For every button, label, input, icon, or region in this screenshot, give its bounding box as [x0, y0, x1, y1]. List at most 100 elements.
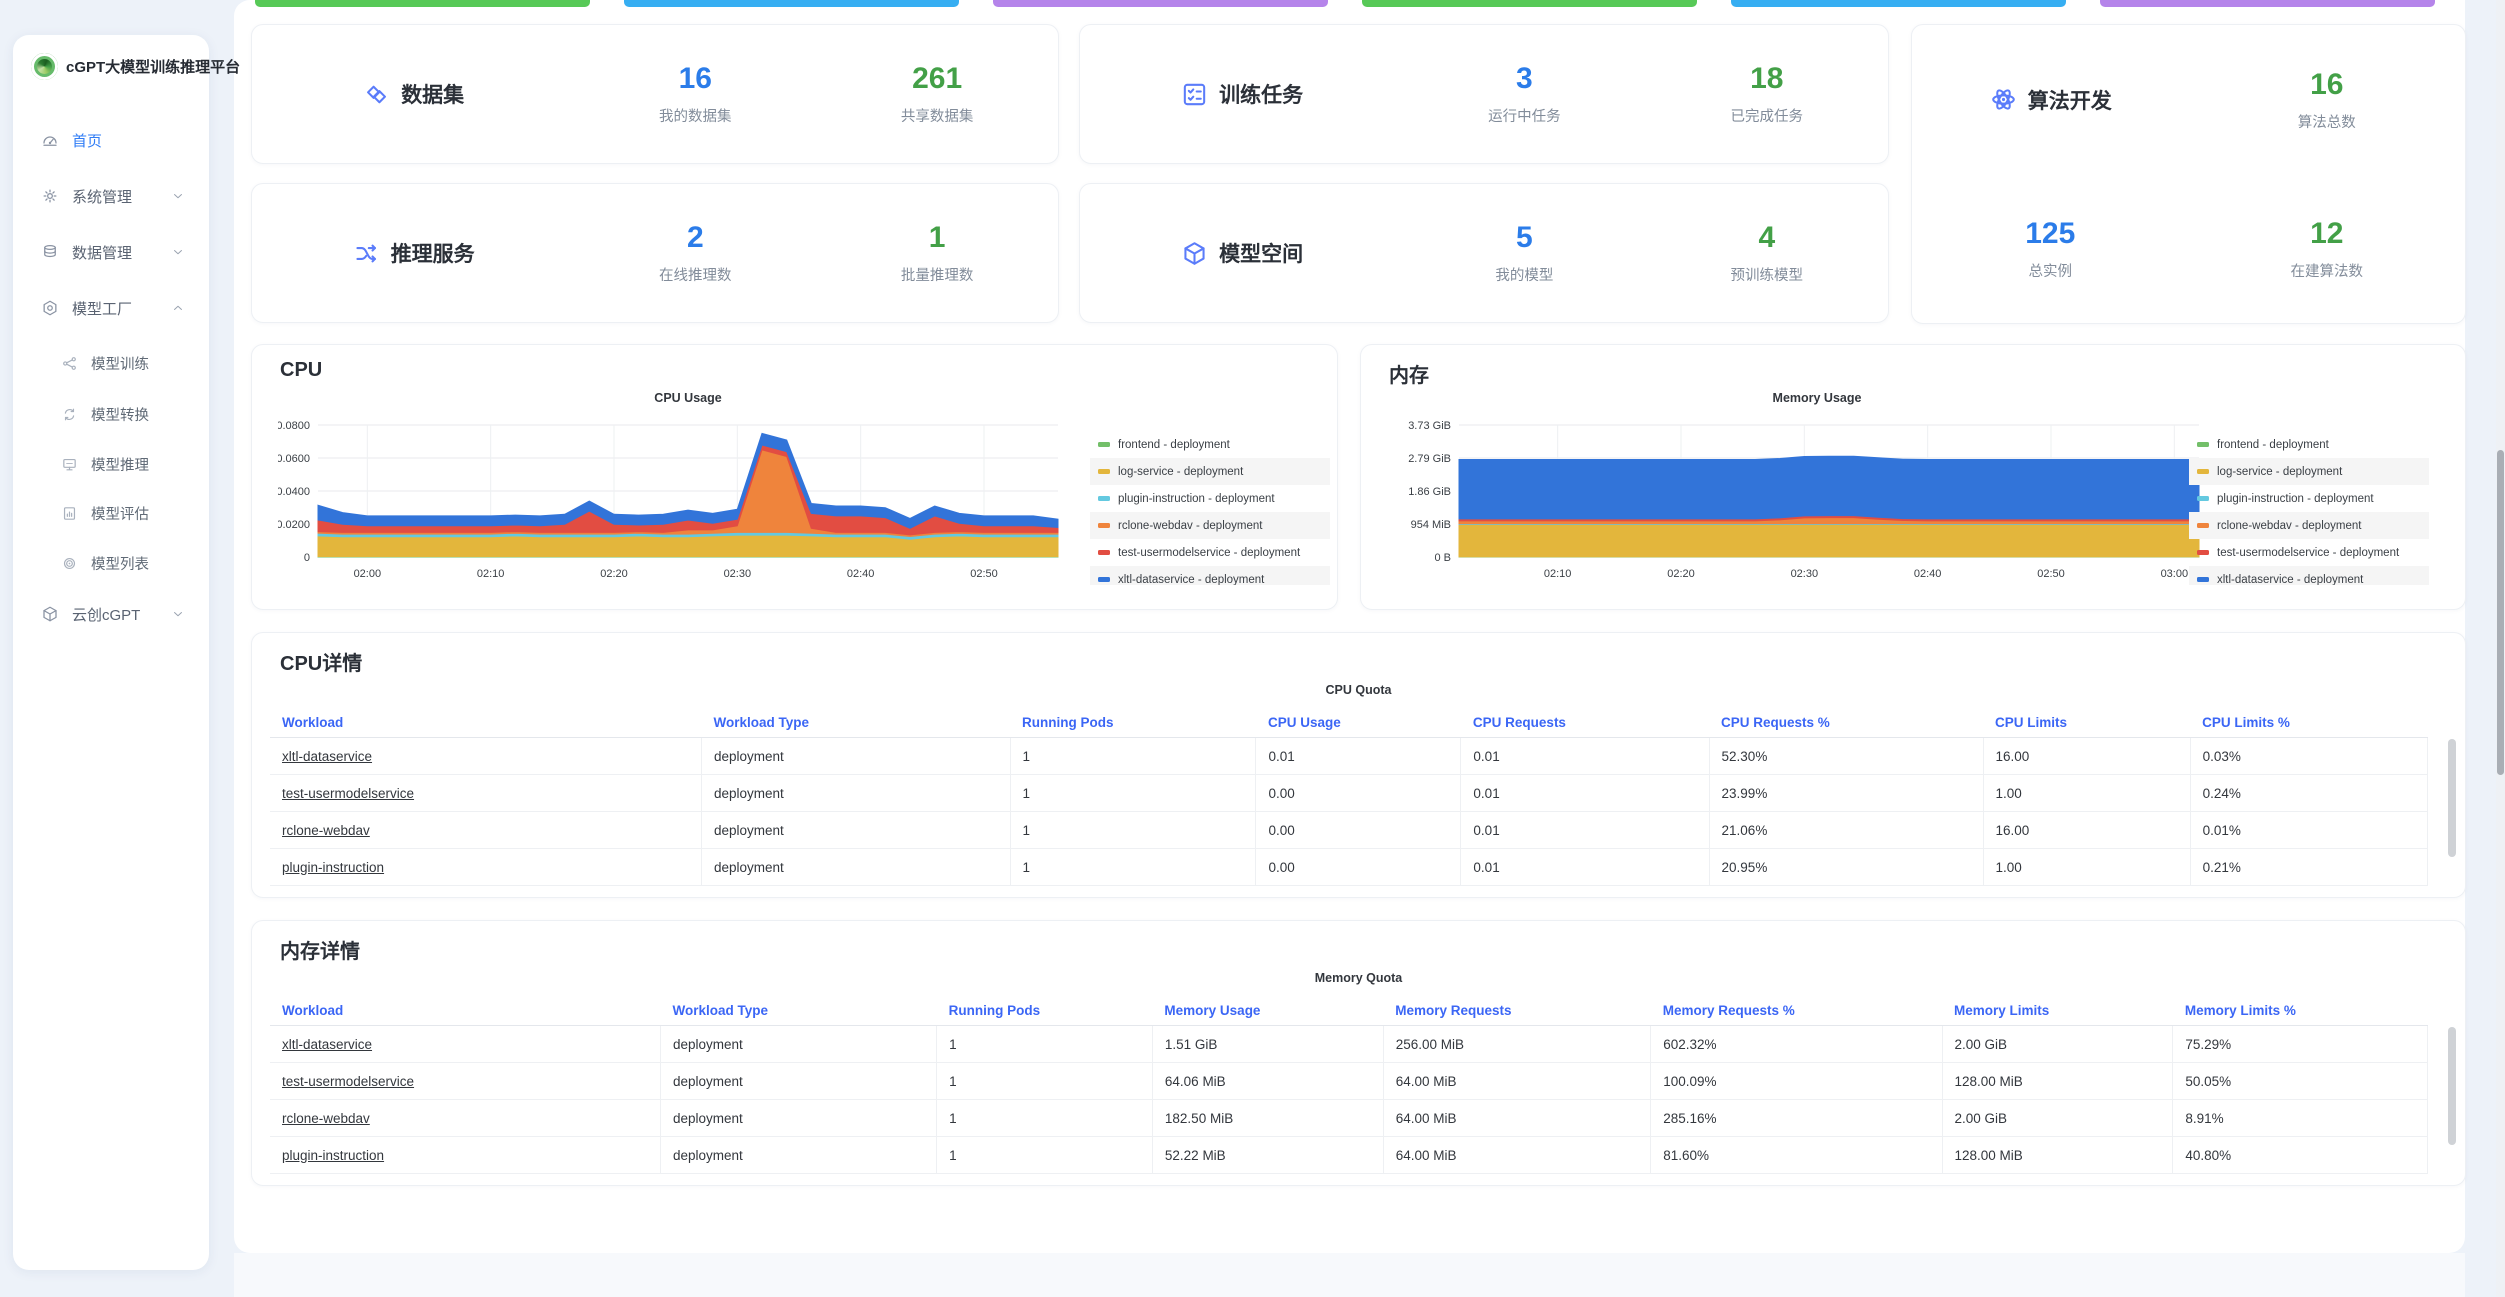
column-header[interactable]: Workload [270, 707, 702, 738]
metric-running-tasks: 3 运行中任务 [1403, 62, 1645, 126]
workload-link[interactable]: xltl-dataservice [282, 749, 372, 764]
sidebar-item-9[interactable]: 云创cGPT [25, 595, 197, 633]
column-header[interactable]: Workload Type [702, 707, 1011, 738]
svg-text:0.0400: 0.0400 [278, 486, 310, 498]
legend-item[interactable]: test-usermodelservice - deployment [2189, 539, 2429, 566]
cpu-table-scrollbar[interactable] [2448, 739, 2456, 857]
legend-item[interactable]: log-service - deployment [2189, 458, 2429, 485]
column-header[interactable]: CPU Requests % [1709, 707, 1983, 738]
column-header[interactable]: CPU Limits [1983, 707, 2190, 738]
model-convert-icon [61, 406, 78, 423]
column-header[interactable]: CPU Limits % [2190, 707, 2427, 738]
workload-link[interactable]: rclone-webdav [282, 823, 370, 838]
column-header[interactable]: CPU Requests [1461, 707, 1709, 738]
legend-item[interactable]: rclone-webdav - deployment [1090, 512, 1330, 539]
legend-item[interactable]: rclone-webdav - deployment [2189, 512, 2429, 539]
table-cell: 1 [937, 1137, 1153, 1174]
column-header[interactable]: Memory Requests % [1651, 995, 1942, 1026]
legend-item[interactable]: xltl-dataservice - deployment [1090, 566, 1330, 585]
legend-item[interactable]: plugin-instruction - deployment [2189, 485, 2429, 512]
svg-text:0 B: 0 B [1434, 552, 1451, 564]
sidebar-item-1[interactable]: 系统管理 [25, 177, 197, 215]
column-header[interactable]: Workload [270, 995, 661, 1026]
model-space-icon [1180, 239, 1209, 268]
table-cell: 75.29% [2173, 1026, 2428, 1063]
sidebar-item-3[interactable]: 模型工厂 [25, 289, 197, 327]
window-scrollbar-thumb[interactable] [2497, 450, 2504, 775]
sidebar-item-label: 模型训练 [91, 353, 149, 374]
sidebar-item-label: 模型推理 [91, 454, 149, 475]
sidebar-item-4[interactable]: 模型训练 [25, 344, 197, 382]
cpu-usage-chart: 00.02000.04000.06000.080002:0002:1002:20… [278, 415, 1090, 593]
training-task-card-header: 训练任务 [1080, 79, 1403, 109]
column-header[interactable]: Running Pods [937, 995, 1153, 1026]
table-cell: deployment [702, 812, 1011, 849]
legend-label: rclone-webdav - deployment [1118, 520, 1262, 532]
card-accent-bar [1731, 0, 2066, 7]
svg-text:02:20: 02:20 [1667, 568, 1695, 580]
table-cell: 23.99% [1709, 775, 1983, 812]
app-logo-row: cGPT大模型训练推理平台 [31, 53, 240, 80]
workload-link[interactable]: rclone-webdav [282, 1111, 370, 1126]
metric-shared-datasets: 261 共享数据集 [816, 62, 1058, 126]
legend-item[interactable]: frontend - deployment [2189, 431, 2429, 458]
column-header[interactable]: CPU Usage [1256, 707, 1461, 738]
legend-label: plugin-instruction - deployment [1118, 493, 1275, 505]
memory-chart-title: Memory Usage [1459, 391, 2175, 405]
table-cell: 2.00 GiB [1942, 1026, 2173, 1063]
workload-link[interactable]: plugin-instruction [282, 1148, 384, 1163]
table-row: test-usermodelservicedeployment10.000.01… [270, 775, 2428, 812]
model-evaluate-icon [61, 505, 78, 522]
legend-item[interactable]: log-service - deployment [1090, 458, 1330, 485]
card-accent-bar [255, 0, 590, 7]
dataset-icon [362, 80, 391, 109]
legend-swatch-icon [2197, 442, 2209, 447]
legend-swatch-icon [2197, 550, 2209, 555]
table-row: rclone-webdavdeployment1182.50 MiB64.00 … [270, 1100, 2428, 1137]
svg-text:0.0200: 0.0200 [278, 519, 310, 531]
column-header[interactable]: Memory Usage [1152, 995, 1383, 1026]
column-header[interactable]: Running Pods [1010, 707, 1256, 738]
algorithm-icon [1989, 85, 2018, 114]
sidebar-item-2[interactable]: 数据管理 [25, 233, 197, 271]
table-cell: 0.01 [1461, 812, 1709, 849]
legend-swatch-icon [2197, 523, 2209, 528]
model-factory-icon [41, 299, 59, 317]
column-header[interactable]: Workload Type [661, 995, 937, 1026]
workload-link[interactable]: test-usermodelservice [282, 1074, 414, 1089]
dataset-card-title: 数据集 [401, 79, 464, 109]
sidebar-item-8[interactable]: 模型列表 [25, 544, 197, 582]
inference-service-icon [352, 239, 381, 268]
inference-service-card-header: 推理服务 [252, 238, 574, 268]
sidebar-item-6[interactable]: 模型推理 [25, 445, 197, 483]
legend-item[interactable]: xltl-dataservice - deployment [2189, 566, 2429, 585]
legend-item[interactable]: frontend - deployment [1090, 431, 1330, 458]
table-cell: 2.00 GiB [1942, 1100, 2173, 1137]
dashboard-icon [41, 131, 59, 149]
workload-link[interactable]: plugin-instruction [282, 860, 384, 875]
legend-item[interactable]: plugin-instruction - deployment [1090, 485, 1330, 512]
workload-link[interactable]: xltl-dataservice [282, 1037, 372, 1052]
sidebar-item-0[interactable]: 首页 [25, 121, 197, 159]
svg-text:03:00: 03:00 [2161, 568, 2189, 580]
table-cell: 8.91% [2173, 1100, 2428, 1137]
memory-table-scrollbar[interactable] [2448, 1027, 2456, 1145]
table-cell: 16.00 [1983, 812, 2190, 849]
legend-label: log-service - deployment [2217, 466, 2342, 478]
legend-label: frontend - deployment [1118, 439, 1230, 451]
legend-label: test-usermodelservice - deployment [2217, 547, 2399, 559]
table-cell: 1 [937, 1063, 1153, 1100]
table-cell: 52.30% [1709, 738, 1983, 775]
sidebar-item-label: 系统管理 [72, 186, 132, 207]
table-cell: deployment [661, 1026, 937, 1063]
model-space-card: 模型空间 5 我的模型 4 预训练模型 [1079, 183, 1889, 323]
table-cell: 0.01% [2190, 812, 2427, 849]
column-header[interactable]: Memory Limits [1942, 995, 2173, 1026]
column-header[interactable]: Memory Requests [1383, 995, 1651, 1026]
workload-link[interactable]: test-usermodelservice [282, 786, 414, 801]
legend-item[interactable]: test-usermodelservice - deployment [1090, 539, 1330, 566]
legend-swatch-icon [2197, 577, 2209, 582]
column-header[interactable]: Memory Limits % [2173, 995, 2428, 1026]
sidebar-item-5[interactable]: 模型转换 [25, 395, 197, 433]
sidebar-item-7[interactable]: 模型评估 [25, 494, 197, 532]
